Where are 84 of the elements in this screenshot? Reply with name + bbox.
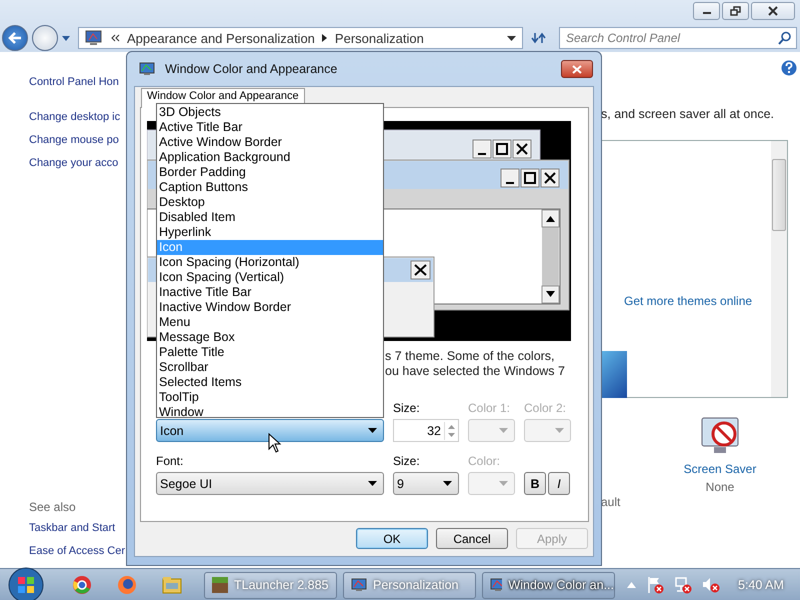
scrollbar[interactable] bbox=[771, 141, 787, 397]
dropdown-option[interactable]: Window bbox=[157, 405, 383, 420]
font-dropdown[interactable]: Segoe UI bbox=[156, 472, 384, 495]
back-button[interactable] bbox=[2, 25, 28, 51]
caret-icon bbox=[368, 428, 377, 433]
dialog-button[interactable]: Cancel bbox=[436, 528, 508, 549]
color-label: Color: bbox=[468, 454, 502, 470]
dropdown-option[interactable]: Icon Spacing (Vertical) bbox=[157, 270, 383, 285]
desktop-background-label: ault bbox=[601, 495, 620, 509]
breadcrumb-link[interactable]: Personalization bbox=[334, 30, 424, 46]
monitor-icon bbox=[490, 578, 502, 592]
monitor-icon bbox=[85, 30, 103, 46]
sidebar-link[interactable]: Change desktop ic bbox=[29, 106, 120, 129]
see-also-heading: See also bbox=[29, 499, 77, 516]
window-title: Window Color and Appearance bbox=[165, 62, 338, 76]
network-icon[interactable] bbox=[674, 576, 692, 594]
font-style-button[interactable]: B bbox=[524, 472, 546, 495]
dropdown-option[interactable]: Selected Items bbox=[157, 375, 383, 390]
browser-icon[interactable] bbox=[72, 575, 92, 595]
size-label: Size: bbox=[393, 454, 421, 470]
caret-icon bbox=[555, 428, 564, 433]
dropdown-option[interactable]: Palette Title bbox=[157, 345, 383, 360]
mouse-cursor-icon bbox=[268, 433, 282, 453]
close-button[interactable] bbox=[751, 2, 795, 20]
chevron-icon bbox=[322, 34, 328, 42]
search-icon[interactable] bbox=[778, 31, 792, 45]
font-label: Font: bbox=[156, 454, 184, 470]
size-spinbox[interactable]: 32 bbox=[393, 419, 459, 442]
themes-link[interactable]: Get more themes online bbox=[624, 294, 752, 308]
caret-icon bbox=[443, 481, 452, 486]
dropdown-option[interactable]: Inactive Title Bar bbox=[157, 285, 383, 300]
dropdown-option[interactable]: Hyperlink bbox=[157, 225, 383, 240]
left-arrow-icon bbox=[7, 31, 23, 45]
caret-icon bbox=[499, 428, 508, 433]
screen-saver-value: None bbox=[706, 480, 734, 494]
item-dropdown[interactable]: Icon bbox=[156, 419, 384, 442]
sidebar-link[interactable]: Control Panel Hon bbox=[29, 71, 120, 94]
sidebar-link[interactable]: Change mouse po bbox=[29, 129, 120, 152]
dropdown-option[interactable]: Scrollbar bbox=[157, 360, 383, 375]
double-chevron-icon bbox=[110, 34, 120, 42]
monitor-icon bbox=[139, 62, 155, 76]
flag-icon[interactable] bbox=[646, 576, 664, 594]
start-button[interactable] bbox=[8, 567, 44, 600]
dropdown-option[interactable]: ToolTip bbox=[157, 390, 383, 405]
monitor-icon bbox=[351, 578, 367, 592]
dropdown-option[interactable]: Inactive Window Border bbox=[157, 300, 383, 315]
dropdown-option[interactable]: Icon Spacing (Horizontal) bbox=[157, 255, 383, 270]
close-icon bbox=[767, 6, 779, 16]
caret-icon[interactable] bbox=[507, 36, 516, 40]
caret-icon bbox=[368, 481, 377, 486]
dropdown-option[interactable]: Application Background bbox=[157, 150, 383, 165]
forward-button[interactable] bbox=[32, 25, 58, 51]
restore-icon bbox=[730, 6, 742, 16]
caret-icon bbox=[499, 481, 508, 486]
dialog-button[interactable]: OK bbox=[356, 528, 428, 549]
breadcrumb-link[interactable]: Appearance and Personalization bbox=[127, 30, 315, 46]
dropdown-option[interactable]: Caption Buttons bbox=[157, 180, 383, 195]
color-label: Color 2: bbox=[524, 401, 568, 417]
sidebar-link[interactable]: Change your acco bbox=[29, 152, 120, 175]
dropdown-option[interactable]: Message Box bbox=[157, 330, 383, 345]
address-bar[interactable]: Appearance and Personalization Personalization bbox=[78, 27, 523, 49]
description-text: s 7 theme. Some of the colors, bbox=[385, 349, 556, 364]
minimize-button[interactable] bbox=[693, 2, 720, 20]
grass-block-icon bbox=[212, 577, 228, 593]
help-icon[interactable] bbox=[781, 60, 797, 76]
refresh-icon bbox=[531, 31, 547, 45]
size-label: Size: bbox=[393, 401, 421, 417]
dropdown-option[interactable]: Desktop bbox=[157, 195, 383, 210]
dropdown-option[interactable]: 3D Objects bbox=[157, 105, 383, 120]
color-label: Color 1: bbox=[468, 401, 512, 417]
description-text: ou have selected the Windows 7 bbox=[385, 364, 565, 379]
font-style-button[interactable]: I bbox=[548, 472, 570, 495]
dropdown-option[interactable]: Active Title Bar bbox=[157, 120, 383, 135]
dropdown-option[interactable]: Menu bbox=[157, 315, 383, 330]
search-field[interactable]: Search Control Panel bbox=[559, 27, 797, 49]
close-button[interactable] bbox=[561, 60, 593, 78]
restore-button[interactable] bbox=[722, 2, 749, 20]
browser-icon[interactable] bbox=[117, 575, 137, 595]
font-size-dropdown[interactable]: 9 bbox=[393, 472, 459, 495]
close-icon bbox=[571, 64, 583, 74]
speaker-icon[interactable] bbox=[702, 576, 720, 594]
spin-down-icon[interactable] bbox=[445, 430, 458, 440]
screen-saver-link[interactable]: Screen Saver bbox=[684, 462, 756, 476]
dropdown-option[interactable]: Disabled Item bbox=[157, 210, 383, 225]
